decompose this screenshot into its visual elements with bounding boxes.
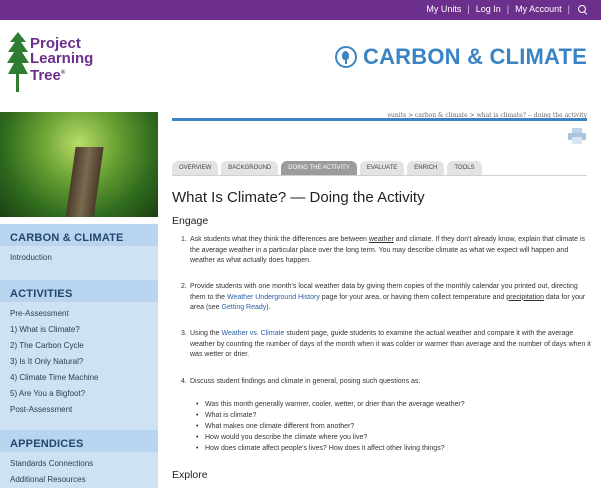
forest-hero-image <box>0 112 158 217</box>
print-icon[interactable] <box>568 128 586 144</box>
my-account-link[interactable]: My Account <box>515 4 562 14</box>
tab-evaluate[interactable]: EVALUATE <box>359 161 405 175</box>
weather-underground-link[interactable]: Weather Underground History <box>227 294 320 301</box>
step-4: 4. Discuss student findings and climate … <box>181 378 421 385</box>
sidebar-item-post-assessment[interactable]: Post-Assessment <box>0 402 158 418</box>
sidebar-item-standards[interactable]: Standards Connections <box>0 456 158 472</box>
tab-tools[interactable]: TOOLS <box>447 161 482 175</box>
tab-background[interactable]: BACKGROUND <box>221 161 279 175</box>
discussion-questions: Was this month generally warmer, cooler,… <box>196 399 585 454</box>
list-item: How does climate affect people's lives? … <box>196 443 585 454</box>
list-item: Was this month generally warmer, cooler,… <box>196 399 585 410</box>
weather-link[interactable]: weather <box>369 236 394 243</box>
top-nav: My Units | Log In | My Account | <box>426 4 587 14</box>
section-heading-explore: Explore <box>172 469 208 481</box>
tab-bar: OVERVIEW BACKGROUND DOING THE ACTIVITY E… <box>172 161 482 175</box>
tab-overview[interactable]: OVERVIEW <box>172 161 219 175</box>
nav-separator: | <box>506 4 510 14</box>
sidebar-heading-activities: ACTIVITIES <box>0 280 158 302</box>
list-item: How would you describe the climate where… <box>196 432 585 443</box>
nav-separator: | <box>567 4 570 14</box>
site-title: CARBON & CLIMATE <box>335 44 587 70</box>
step-1: 1. Ask students what they think the diff… <box>181 236 585 264</box>
sidebar-item-only-natural[interactable]: 3) Is It Only Natural? <box>0 354 158 370</box>
page-title: What Is Climate? — Doing the Activity <box>172 189 425 206</box>
sidebar-item-time-machine[interactable]: 4) Climate Time Machine <box>0 370 158 386</box>
site-title-text: CARBON & CLIMATE <box>363 44 587 69</box>
login-link[interactable]: Log In <box>476 4 501 14</box>
sidebar-item-pre-assessment[interactable]: Pre-Assessment <box>0 306 158 322</box>
sidebar: CARBON & CLIMATE Introduction ACTIVITIES… <box>0 224 158 488</box>
section-heading-engage: Engage <box>172 215 209 227</box>
sidebar-heading-appendices: APPENDICES <box>0 430 158 452</box>
search-icon[interactable] <box>578 4 587 14</box>
tab-enrich[interactable]: ENRICH <box>407 161 445 175</box>
my-units-link[interactable]: My Units <box>426 4 461 14</box>
getting-ready-link[interactable]: Getting Ready <box>222 304 267 311</box>
nav-separator: | <box>467 4 470 14</box>
tree-trunk <box>64 147 104 217</box>
precipitation-link[interactable]: precipitation <box>506 294 544 301</box>
tab-doing-the-activity[interactable]: DOING THE ACTIVITY <box>281 161 357 175</box>
step-3: 3. Using the Weather vs. Climate student… <box>181 330 591 358</box>
list-item: What is climate? <box>196 410 585 421</box>
tree-circle-icon <box>335 46 357 68</box>
weather-vs-climate-link[interactable]: Weather vs. Climate <box>222 330 285 337</box>
tab-divider <box>172 175 587 176</box>
sidebar-item-bigfoot[interactable]: 5) Are You a Bigfoot? <box>0 386 158 402</box>
sidebar-item-what-is-climate[interactable]: 1) What is Climate? <box>0 322 158 338</box>
step-2: 2. Provide students with one month's loc… <box>181 283 586 311</box>
top-bar: My Units | Log In | My Account | <box>0 0 601 20</box>
sidebar-item-carbon-cycle[interactable]: 2) The Carbon Cycle <box>0 338 158 354</box>
logo-text: Project Learning Tree® <box>30 35 94 84</box>
sidebar-item-introduction[interactable]: Introduction <box>0 250 158 266</box>
project-learning-tree-logo[interactable]: Project Learning Tree® <box>6 32 126 100</box>
sidebar-heading-carbon-climate: CARBON & CLIMATE <box>0 224 158 246</box>
sidebar-item-resources[interactable]: Additional Resources <box>0 472 158 488</box>
tree-logo-icon <box>7 32 29 92</box>
header-divider <box>172 118 587 121</box>
list-item: What makes one climate different from an… <box>196 421 585 432</box>
